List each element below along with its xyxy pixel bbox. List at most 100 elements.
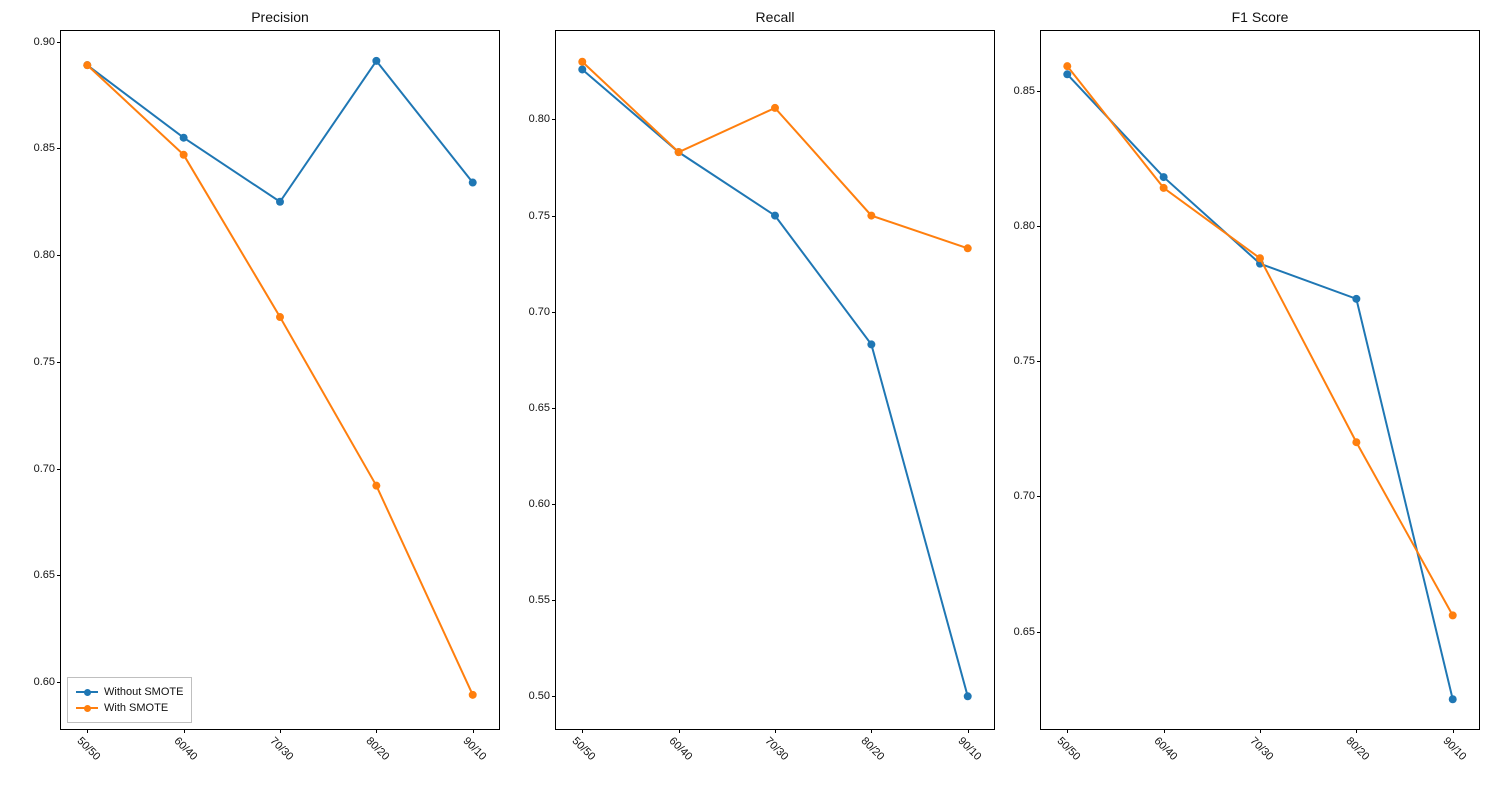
series-marker <box>1063 62 1071 70</box>
x-tick-label: 50/50 <box>1055 735 1083 763</box>
legend-label-with: With SMOTE <box>104 700 168 716</box>
x-tick-label: 90/10 <box>460 735 488 763</box>
series-marker <box>771 212 779 220</box>
series-marker <box>578 65 586 73</box>
series-marker <box>1160 184 1168 192</box>
plot-area-recall <box>556 31 994 729</box>
y-tick-label: 0.70 <box>1014 490 1035 502</box>
y-tick-label: 0.80 <box>1014 220 1035 232</box>
x-tick-mark <box>871 729 872 733</box>
series-marker <box>276 198 284 206</box>
y-tick-mark <box>57 255 61 256</box>
x-tick-label: 70/30 <box>268 735 296 763</box>
x-tick-mark <box>87 729 88 733</box>
y-tick-label: 0.90 <box>34 36 55 48</box>
x-tick-mark <box>1356 729 1357 733</box>
legend-label-without: Without SMOTE <box>104 684 183 700</box>
y-tick-mark <box>552 312 556 313</box>
series-marker <box>180 134 188 142</box>
series-marker <box>1449 611 1457 619</box>
series-marker <box>1256 254 1264 262</box>
series-marker <box>867 212 875 220</box>
x-tick-mark <box>968 729 969 733</box>
x-tick-label: 90/10 <box>955 735 983 763</box>
y-tick-label: 0.50 <box>529 690 550 702</box>
series-marker <box>771 104 779 112</box>
x-tick-mark <box>1453 729 1454 733</box>
series-marker <box>675 148 683 156</box>
series-marker <box>964 692 972 700</box>
x-tick-mark <box>376 729 377 733</box>
x-tick-label: 60/40 <box>666 735 694 763</box>
y-tick-label: 0.70 <box>529 306 550 318</box>
x-tick-label: 60/40 <box>171 735 199 763</box>
y-tick-mark <box>57 469 61 470</box>
y-tick-label: 0.60 <box>34 676 55 688</box>
subplot-f1: F1 Score 0.650.700.750.800.8550/5060/407… <box>1040 30 1480 730</box>
subplot-title-recall: Recall <box>556 9 994 25</box>
y-tick-mark <box>552 600 556 601</box>
x-tick-mark <box>184 729 185 733</box>
y-tick-label: 0.75 <box>529 210 550 222</box>
series-marker <box>1352 438 1360 446</box>
y-tick-label: 0.80 <box>34 249 55 261</box>
series-marker <box>180 151 188 159</box>
x-tick-label: 80/20 <box>859 735 887 763</box>
y-tick-label: 0.65 <box>34 569 55 581</box>
y-tick-label: 0.85 <box>1014 85 1035 97</box>
x-tick-mark <box>280 729 281 733</box>
y-tick-mark <box>57 42 61 43</box>
y-tick-label: 0.65 <box>529 402 550 414</box>
series-marker <box>1352 295 1360 303</box>
y-tick-label: 0.80 <box>529 113 550 125</box>
series-marker <box>1449 695 1457 703</box>
y-tick-mark <box>1037 226 1041 227</box>
y-tick-mark <box>1037 361 1041 362</box>
x-tick-label: 80/20 <box>364 735 392 763</box>
y-tick-mark <box>1037 91 1041 92</box>
y-tick-mark <box>57 362 61 363</box>
y-tick-label: 0.60 <box>529 498 550 510</box>
y-tick-label: 0.65 <box>1014 626 1035 638</box>
series-marker <box>578 58 586 66</box>
series-line <box>582 62 967 249</box>
series-marker <box>83 61 91 69</box>
y-tick-mark <box>1037 496 1041 497</box>
y-tick-mark <box>552 408 556 409</box>
series-marker <box>276 313 284 321</box>
y-tick-label: 0.85 <box>34 142 55 154</box>
subplot-precision: Precision Without SMOTE With SMOTE 0.600… <box>60 30 500 730</box>
x-tick-mark <box>1164 729 1165 733</box>
y-tick-label: 0.70 <box>34 463 55 475</box>
x-tick-label: 90/10 <box>1440 735 1468 763</box>
series-marker <box>469 179 477 187</box>
x-tick-label: 50/50 <box>75 735 103 763</box>
series-marker <box>1160 173 1168 181</box>
legend-item-with: With SMOTE <box>76 700 183 716</box>
series-marker <box>964 244 972 252</box>
y-tick-mark <box>552 504 556 505</box>
subplot-recall: Recall 0.500.550.600.650.700.750.8050/50… <box>555 30 995 730</box>
y-tick-mark <box>57 682 61 683</box>
y-tick-mark <box>57 148 61 149</box>
y-tick-mark <box>552 216 556 217</box>
series-marker <box>469 691 477 699</box>
legend-swatch-with <box>76 707 98 709</box>
y-tick-mark <box>552 696 556 697</box>
series-marker <box>867 340 875 348</box>
series-marker <box>1063 70 1071 78</box>
subplot-title-precision: Precision <box>61 9 499 25</box>
x-tick-mark <box>1067 729 1068 733</box>
x-tick-mark <box>582 729 583 733</box>
series-line <box>1067 74 1452 699</box>
legend-swatch-without <box>76 691 98 693</box>
x-tick-label: 60/40 <box>1151 735 1179 763</box>
x-tick-mark <box>679 729 680 733</box>
figure: Precision Without SMOTE With SMOTE 0.60 0… <box>0 0 1486 790</box>
series-marker <box>372 57 380 65</box>
series-marker <box>372 482 380 490</box>
series-line <box>1067 66 1452 615</box>
legend: Without SMOTE With SMOTE <box>67 677 192 723</box>
x-tick-mark <box>473 729 474 733</box>
x-tick-mark <box>1260 729 1261 733</box>
